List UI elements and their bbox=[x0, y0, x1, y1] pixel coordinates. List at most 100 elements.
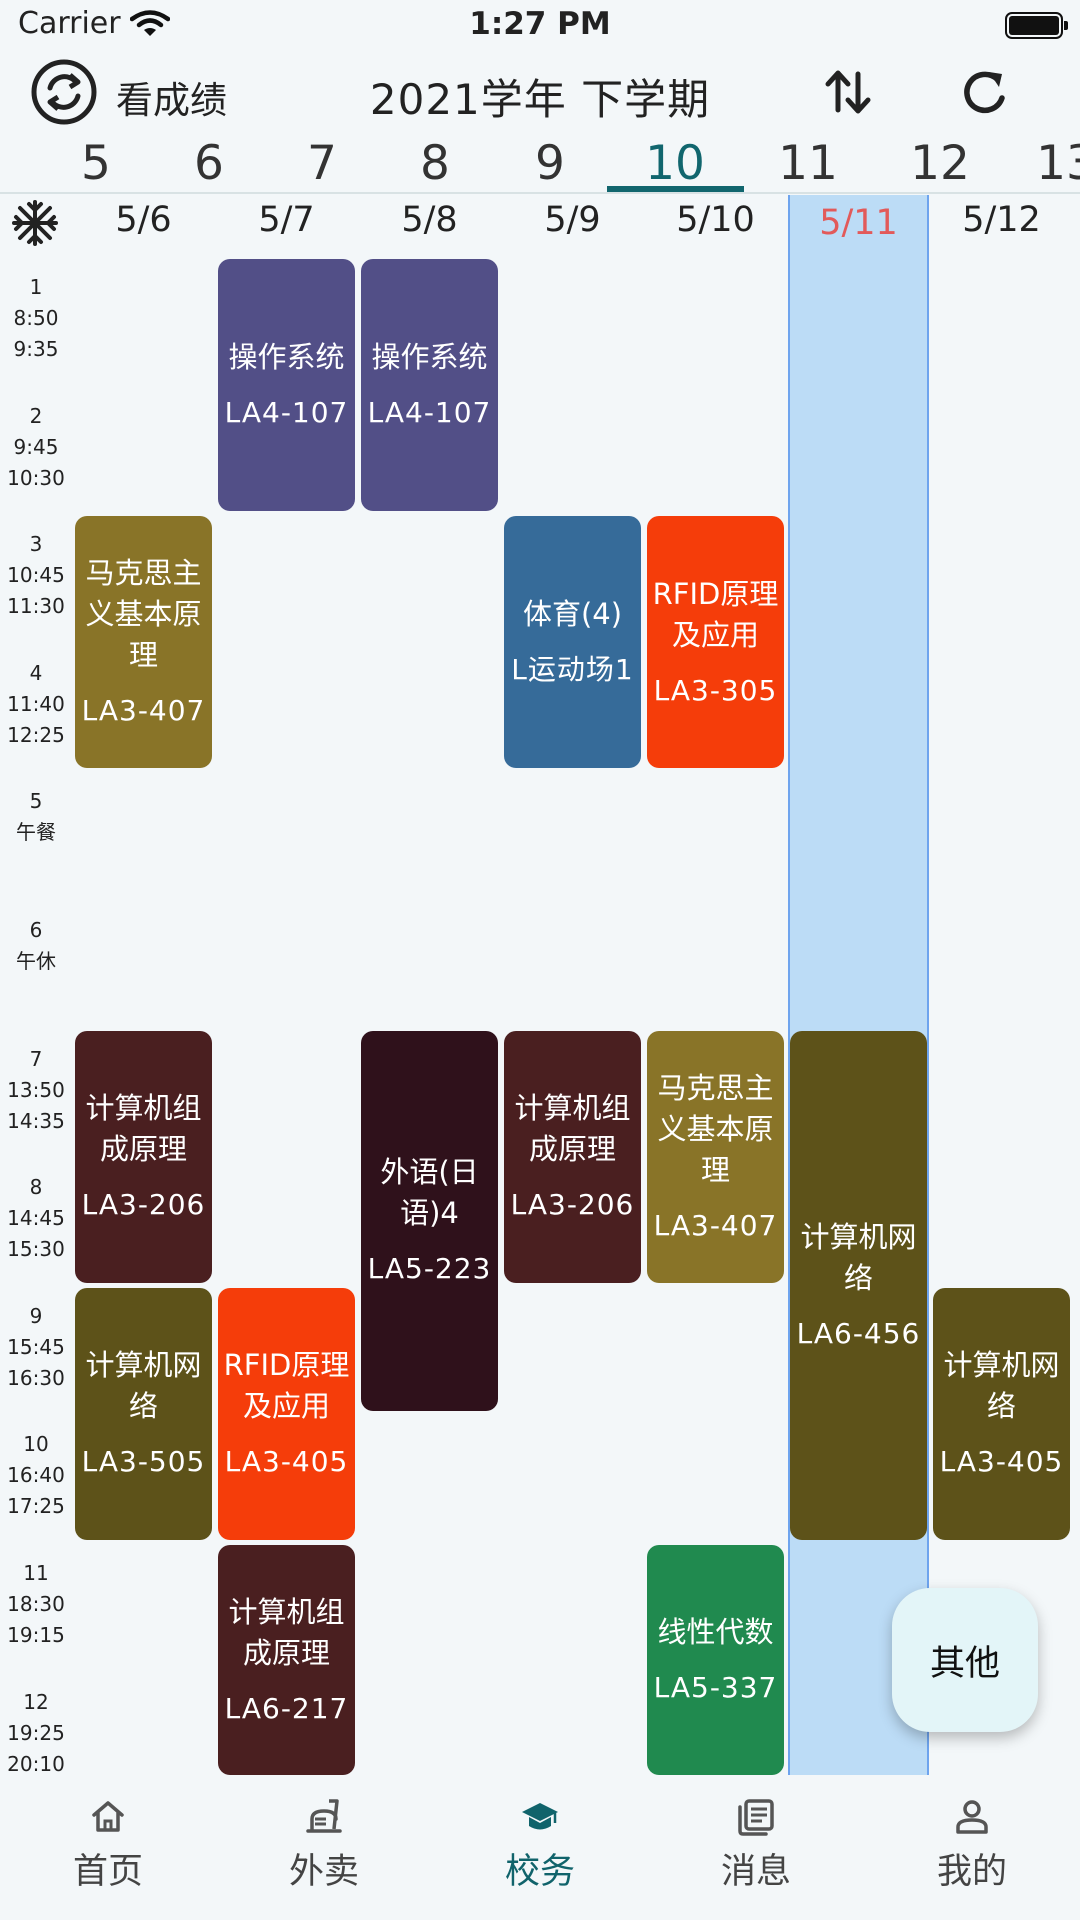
course-room: LA4-107 bbox=[367, 396, 492, 430]
other-button[interactable]: 其他 bbox=[892, 1588, 1038, 1732]
sync-icon[interactable] bbox=[30, 58, 98, 126]
period-label: 3 10:45 11:30 bbox=[0, 529, 72, 622]
bottom-nav: 首页 外卖 校务 消息 我的 bbox=[0, 1775, 1080, 1920]
term-title[interactable]: 2021学年 下学期 bbox=[340, 66, 740, 127]
course-name: 计算机组成原理 bbox=[85, 1091, 202, 1167]
battery-icon bbox=[1005, 12, 1068, 39]
course-name: RFID原理及应用 bbox=[652, 576, 779, 652]
clock: 1:27 PM bbox=[469, 6, 611, 42]
course-card[interactable]: 计算机网络 LA6-456 bbox=[790, 1030, 927, 1540]
course-card[interactable]: 计算机组成原理 LA6-217 bbox=[218, 1545, 355, 1775]
period-start: 午休 bbox=[16, 949, 56, 973]
week-tab-7[interactable]: 7 bbox=[267, 136, 377, 191]
course-name: 马克思主义基本原理 bbox=[657, 1070, 774, 1187]
course-card[interactable]: RFID原理及应用 LA3-305 bbox=[647, 516, 784, 769]
course-card[interactable]: 计算机组成原理 LA3-206 bbox=[504, 1030, 641, 1283]
period-label: 5 午餐 bbox=[0, 786, 72, 848]
week-tab-11[interactable]: 11 bbox=[753, 136, 863, 191]
period-label: 8 14:45 15:30 bbox=[0, 1172, 72, 1265]
course-room: LA3-407 bbox=[653, 1208, 778, 1242]
course-card[interactable]: 计算机网络 LA3-405 bbox=[933, 1287, 1070, 1540]
week-tab-9[interactable]: 9 bbox=[495, 136, 605, 191]
week-tab-5[interactable]: 5 bbox=[41, 136, 151, 191]
course-name: 线性代数 bbox=[657, 1615, 774, 1649]
period-start: 10:45 bbox=[7, 563, 65, 588]
course-room: LA3-405 bbox=[224, 1445, 349, 1479]
period-start: 18:30 bbox=[7, 1592, 65, 1616]
course-room: LA3-407 bbox=[81, 694, 206, 728]
course-room: LA3-505 bbox=[81, 1445, 206, 1479]
course-card[interactable]: 体育(4) L运动场1 bbox=[504, 516, 641, 769]
date-header: 5/7 bbox=[258, 200, 315, 240]
course-room: LA3-405 bbox=[939, 1445, 1064, 1479]
course-room: LA3-206 bbox=[510, 1188, 635, 1222]
nav-label: 我的 bbox=[936, 1852, 1007, 1892]
period-end: 16:30 bbox=[7, 1365, 65, 1390]
refresh-icon[interactable] bbox=[956, 64, 1014, 122]
nav-label: 首页 bbox=[72, 1852, 143, 1892]
week-tab-8[interactable]: 8 bbox=[380, 136, 490, 191]
view-grades-button[interactable]: 看成绩 bbox=[116, 70, 227, 124]
period-num: 1 bbox=[29, 275, 43, 299]
course-card[interactable]: 计算机组成原理 LA3-206 bbox=[75, 1030, 212, 1283]
course-room: LA5-337 bbox=[653, 1671, 778, 1704]
course-card[interactable]: 线性代数 LA5-337 bbox=[647, 1545, 784, 1775]
profile-icon bbox=[956, 1800, 988, 1834]
period-end: 9:35 bbox=[13, 337, 59, 361]
date-header-today: 5/11 bbox=[819, 203, 898, 243]
period-label: 12 19:25 20:10 bbox=[0, 1687, 72, 1780]
nav-item-messages[interactable]: 消息 bbox=[648, 1775, 864, 1920]
course-card[interactable]: 马克思主义基本原理 LA3-407 bbox=[75, 516, 212, 769]
course-room: LA5-223 bbox=[367, 1252, 492, 1286]
period-num: 12 bbox=[23, 1689, 49, 1714]
course-room: LA6-217 bbox=[224, 1691, 349, 1725]
period-label: 7 13:50 14:35 bbox=[0, 1044, 72, 1137]
week-tab-12[interactable]: 12 bbox=[885, 136, 995, 191]
course-room: LA3-305 bbox=[653, 673, 778, 707]
period-start: 9:45 bbox=[13, 434, 59, 459]
period-start: 16:40 bbox=[7, 1463, 65, 1488]
date-header: 5/12 bbox=[962, 200, 1041, 240]
period-end: 12:25 bbox=[7, 722, 65, 747]
course-name: 计算机网络 bbox=[85, 1348, 202, 1424]
course-card[interactable]: 计算机网络 LA3-505 bbox=[75, 1287, 212, 1540]
course-room: LA3-206 bbox=[81, 1188, 206, 1222]
course-card[interactable]: 外语(日语)4 LA5-223 bbox=[361, 1030, 498, 1412]
week-tab-6[interactable]: 6 bbox=[154, 136, 264, 191]
period-label: 4 11:40 12:25 bbox=[0, 658, 72, 751]
week-tab-13[interactable]: 13 bbox=[1011, 136, 1080, 191]
course-room: LA6-456 bbox=[796, 1316, 921, 1350]
period-label: 6 午休 bbox=[0, 915, 72, 977]
date-header: 5/6 bbox=[115, 200, 172, 240]
period-num: 9 bbox=[29, 1303, 43, 1328]
course-room: L运动场1 bbox=[511, 653, 634, 687]
course-name: RFID原理及应用 bbox=[223, 1348, 350, 1424]
snowflake-icon[interactable] bbox=[12, 200, 58, 246]
period-end: 10:30 bbox=[7, 465, 65, 490]
period-label: 10 16:40 17:25 bbox=[0, 1429, 72, 1522]
course-card[interactable]: RFID原理及应用 LA3-405 bbox=[218, 1287, 355, 1540]
takeout-icon bbox=[306, 1799, 342, 1833]
course-card[interactable]: 操作系统 LA4-107 bbox=[361, 259, 498, 512]
nav-label: 消息 bbox=[720, 1852, 791, 1892]
period-num: 2 bbox=[29, 403, 43, 428]
course-name: 操作系统 bbox=[228, 340, 345, 375]
course-name: 操作系统 bbox=[371, 340, 488, 375]
period-label: 2 9:45 10:30 bbox=[0, 401, 72, 494]
course-name: 马克思主义基本原理 bbox=[85, 556, 202, 673]
period-num: 10 bbox=[23, 1432, 49, 1457]
course-room: LA4-107 bbox=[224, 396, 349, 430]
nav-item-school-affairs[interactable]: 校务 bbox=[432, 1775, 648, 1920]
course-name: 外语(日语)4 bbox=[380, 1155, 479, 1231]
swap-icon[interactable] bbox=[820, 64, 876, 120]
period-num: 4 bbox=[29, 660, 43, 685]
nav-item-home[interactable]: 首页 bbox=[0, 1775, 216, 1920]
nav-item-takeout[interactable]: 外卖 bbox=[216, 1775, 432, 1920]
date-header: 5/10 bbox=[676, 200, 755, 240]
course-card[interactable]: 操作系统 LA4-107 bbox=[218, 259, 355, 512]
divider bbox=[0, 192, 1080, 194]
nav-item-mine[interactable]: 我的 bbox=[864, 1775, 1080, 1920]
week-tab-10[interactable]: 10 bbox=[620, 136, 730, 191]
period-label: 11 18:30 19:15 bbox=[0, 1558, 72, 1651]
course-card[interactable]: 马克思主义基本原理 LA3-407 bbox=[647, 1030, 784, 1283]
